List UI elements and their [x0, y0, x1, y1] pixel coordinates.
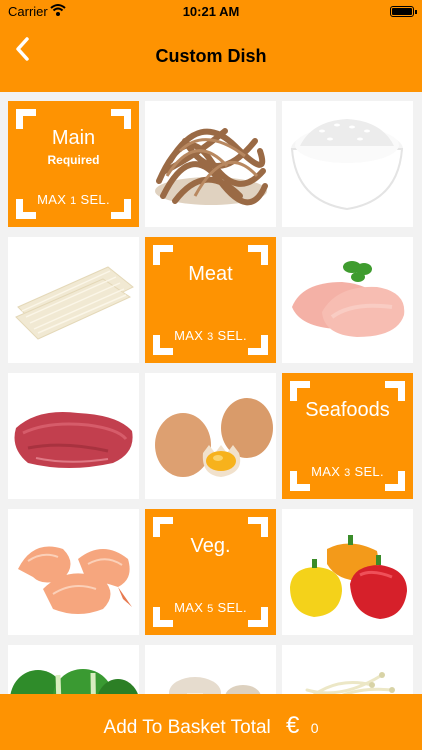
required-label: Required: [47, 153, 100, 167]
max-selection-label: MAX 3 SEL.: [174, 328, 247, 343]
category-meat[interactable]: Meat MAX 3 SEL.: [145, 237, 276, 363]
category-main[interactable]: Main Required MAX 1 SEL.: [8, 101, 139, 227]
rice-noodles-icon: [15, 266, 134, 340]
shrimp-image[interactable]: [8, 509, 139, 635]
frame-corner: [16, 109, 36, 129]
eggs-icon: [155, 398, 273, 477]
bell-peppers-icon: [290, 535, 407, 619]
add-to-basket-button[interactable]: Add To Basket Total € 0: [0, 694, 422, 750]
udon-noodles-icon: [155, 128, 268, 206]
bell-peppers-image[interactable]: [282, 509, 413, 635]
chicken-breast-image[interactable]: [282, 237, 413, 363]
category-seafoods[interactable]: Seafoods MAX 3 SEL.: [282, 373, 413, 499]
udon-noodles-image[interactable]: [145, 101, 276, 227]
add-to-basket-label: Add To Basket Total: [103, 717, 271, 738]
beef-image[interactable]: [8, 373, 139, 499]
max-selection-label: MAX 1 SEL.: [37, 192, 110, 207]
rice-bowl-icon: [290, 119, 404, 211]
max-selection-label: MAX 3 SEL.: [311, 464, 384, 479]
category-name: Main: [51, 127, 96, 149]
clock: 10:21 AM: [182, 4, 240, 19]
rice-noodles-image[interactable]: [8, 237, 139, 363]
chicken-breast-icon: [292, 261, 405, 337]
beef-icon: [14, 412, 133, 468]
page-title: Custom Dish: [155, 46, 267, 66]
category-name: Veg.: [190, 535, 231, 557]
eggs-image[interactable]: [145, 373, 276, 499]
category-veg[interactable]: Veg. MAX 5 SEL.: [145, 509, 276, 635]
max-selection-label: MAX 5 SEL.: [174, 600, 247, 615]
frame-corner: [153, 517, 173, 537]
currency-symbol: €: [286, 712, 300, 739]
status-bar: Carrier 10:21 AM: [0, 0, 422, 22]
frame-corner: [290, 381, 310, 401]
frame-corner: [385, 381, 405, 401]
battery-icon: [390, 6, 417, 17]
rice-image[interactable]: [282, 101, 413, 227]
frame-corner: [248, 517, 268, 537]
nav-bar: Custom Dish: [0, 22, 422, 92]
ingredient-grid: Main Required MAX 1 SEL. Meat MAX 3 SEL.…: [8, 101, 414, 750]
frame-corner: [248, 245, 268, 265]
category-name: Seafoods: [305, 399, 390, 421]
frame-corner: [111, 109, 131, 129]
frame-corner: [153, 245, 173, 265]
total-amount: 0: [310, 720, 319, 736]
shrimp-icon: [18, 546, 132, 614]
category-name: Meat: [188, 263, 233, 285]
